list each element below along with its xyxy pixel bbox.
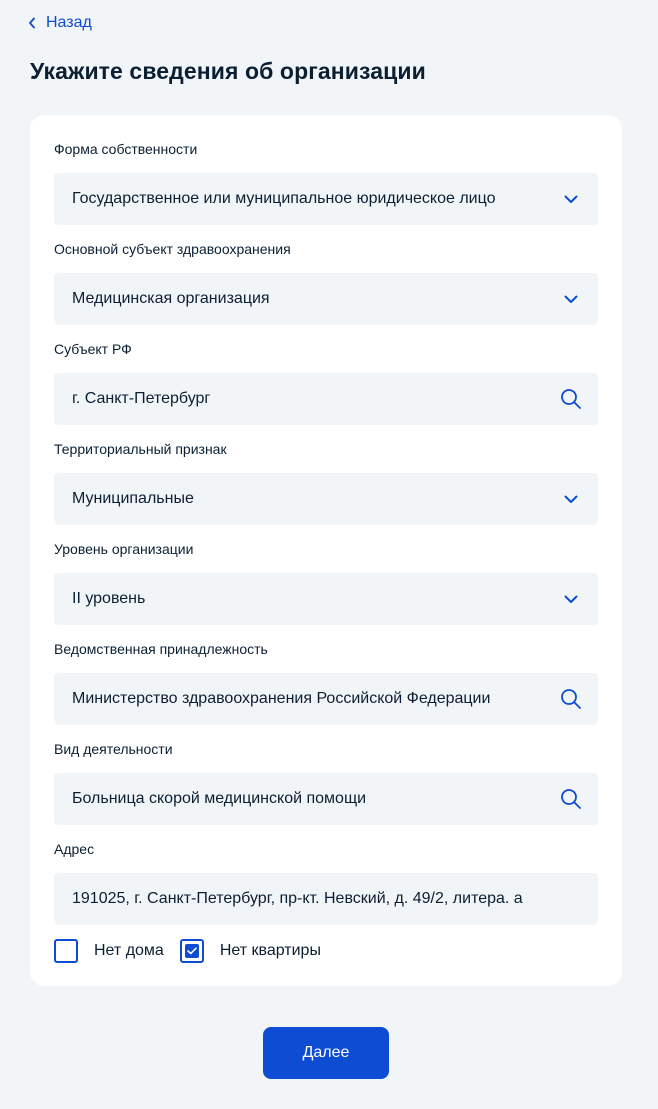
search-icon[interactable] bbox=[560, 388, 582, 410]
checkbox-label: Нет дома bbox=[94, 942, 164, 959]
search-icon[interactable] bbox=[560, 688, 582, 710]
field-region: Субъект РФ г. Санкт-Петербург bbox=[54, 341, 598, 425]
field-value: II уровень bbox=[72, 590, 146, 607]
organization-level-select[interactable]: II уровень bbox=[54, 573, 598, 625]
activity-type-search-input[interactable]: Больница скорой медицинской помощи bbox=[54, 773, 598, 825]
ownership-form-select[interactable]: Государственное или муниципальное юридич… bbox=[54, 173, 598, 225]
region-search-input[interactable]: г. Санкт-Петербург bbox=[54, 373, 598, 425]
field-label: Территориальный признак bbox=[54, 441, 227, 457]
department-search-input[interactable]: Министерство здравоохранения Российской … bbox=[54, 673, 598, 725]
field-value: г. Санкт-Петербург bbox=[72, 390, 211, 407]
field-label: Адрес bbox=[54, 841, 95, 857]
page-title: Укажите сведения об организации bbox=[30, 58, 426, 84]
territorial-sign-select[interactable]: Муниципальные bbox=[54, 473, 598, 525]
field-address: Адрес 191025, г. Санкт-Петербург, пр-кт.… bbox=[54, 841, 598, 925]
checkbox-unchecked[interactable] bbox=[54, 939, 78, 963]
field-value: Медицинская организация bbox=[72, 290, 270, 307]
field-department: Ведомственная принадлежность Министерств… bbox=[54, 641, 598, 725]
field-label: Основной субъект здравоохранения bbox=[54, 241, 291, 257]
field-value: Государственное или муниципальное юридич… bbox=[72, 190, 496, 207]
checkmark-icon bbox=[184, 944, 199, 958]
chevron-left-icon bbox=[28, 17, 36, 29]
field-value: 191025, г. Санкт-Петербург, пр-кт. Невск… bbox=[72, 890, 523, 907]
chevron-down-icon bbox=[560, 588, 582, 610]
checkbox-label: Нет квартиры bbox=[219, 942, 321, 959]
address-checkboxes: Нет дома Нет квартиры bbox=[54, 939, 337, 963]
back-link[interactable]: Назад bbox=[28, 12, 92, 34]
chevron-down-icon bbox=[560, 188, 582, 210]
no-apartment-checkbox[interactable]: Нет квартиры bbox=[179, 939, 321, 963]
health-subject-select[interactable]: Медицинская организация bbox=[54, 273, 598, 325]
search-icon[interactable] bbox=[560, 788, 582, 810]
field-health-subject: Основной субъект здравоохранения Медицин… bbox=[54, 241, 598, 325]
chevron-down-icon bbox=[560, 488, 582, 510]
chevron-down-icon bbox=[560, 288, 582, 310]
field-label: Субъект РФ bbox=[54, 341, 132, 357]
organization-form-card: Форма собственности Государственное или … bbox=[30, 115, 622, 986]
field-value: Муниципальные bbox=[72, 490, 194, 507]
next-button[interactable]: Далее bbox=[263, 1027, 389, 1079]
field-value: Больница скорой медицинской помощи bbox=[72, 790, 367, 807]
address-input[interactable]: 191025, г. Санкт-Петербург, пр-кт. Невск… bbox=[54, 873, 598, 925]
field-activity-type: Вид деятельности Больница скорой медицин… bbox=[54, 741, 598, 825]
checkbox-checked[interactable] bbox=[179, 939, 204, 963]
field-territorial-sign: Территориальный признак Муниципальные bbox=[54, 441, 598, 525]
field-label: Форма собственности bbox=[54, 141, 198, 157]
no-house-checkbox[interactable]: Нет дома bbox=[54, 939, 164, 963]
back-link-label: Назад bbox=[46, 14, 92, 31]
field-label: Ведомственная принадлежность bbox=[54, 641, 268, 657]
field-value: Министерство здравоохранения Российской … bbox=[72, 690, 491, 707]
field-ownership-form: Форма собственности Государственное или … bbox=[54, 141, 598, 225]
field-label: Уровень организации bbox=[54, 541, 194, 557]
field-label: Вид деятельности bbox=[54, 741, 173, 757]
field-organization-level: Уровень организации II уровень bbox=[54, 541, 598, 625]
